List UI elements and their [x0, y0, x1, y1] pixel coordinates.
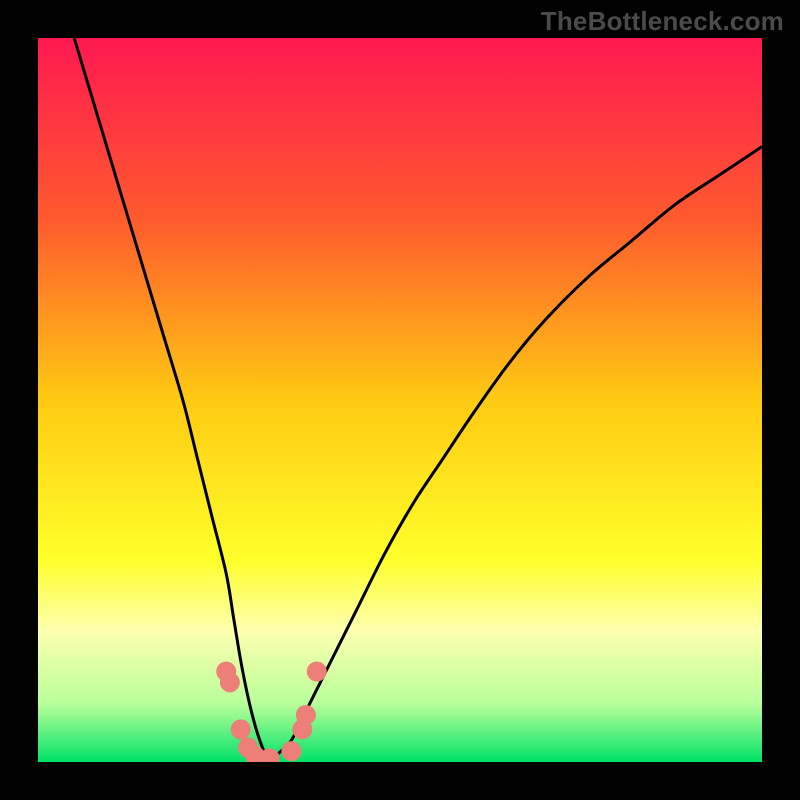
highlight-point	[296, 705, 316, 725]
highlight-point	[220, 672, 240, 692]
gradient-background	[38, 38, 762, 762]
bottleneck-chart-svg	[38, 38, 762, 762]
highlight-point	[281, 741, 301, 761]
chart-frame: TheBottleneck.com	[0, 0, 800, 800]
plot-area	[38, 38, 762, 762]
watermark-text: TheBottleneck.com	[541, 6, 784, 37]
highlight-point	[307, 662, 327, 682]
highlight-point	[231, 719, 251, 739]
